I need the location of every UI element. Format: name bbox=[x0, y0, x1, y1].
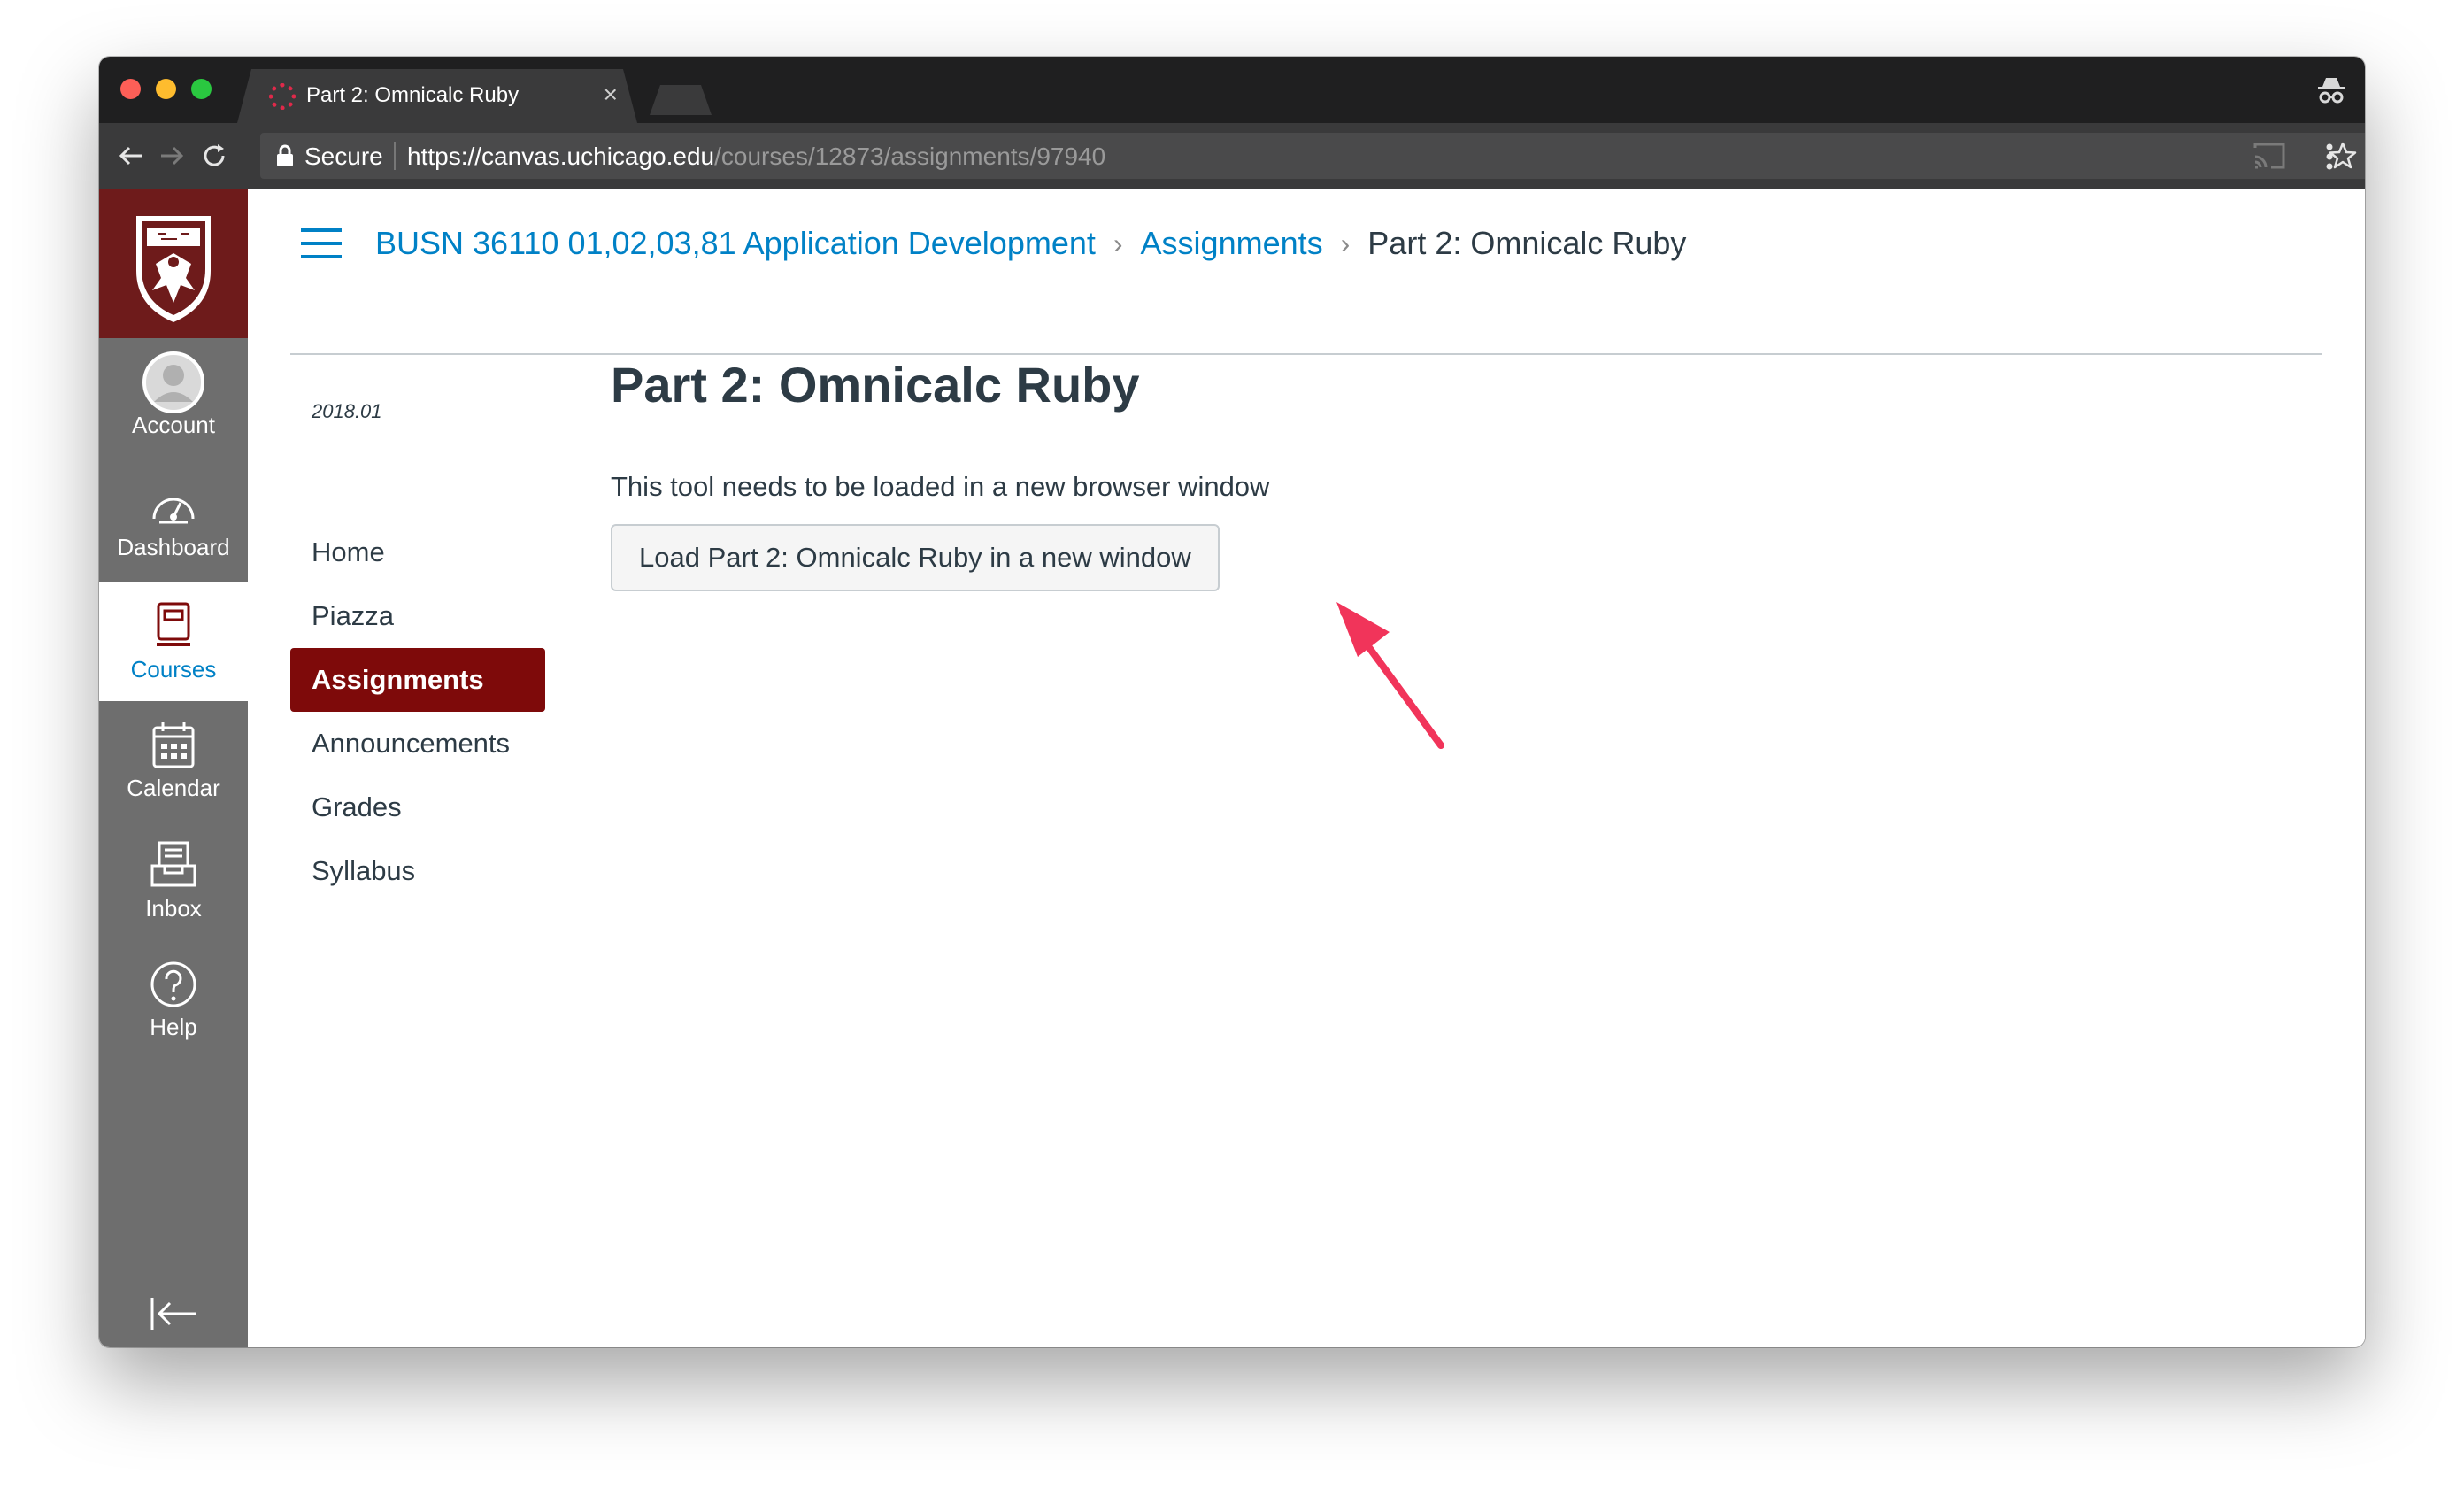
gnav-help[interactable]: Help bbox=[99, 940, 248, 1059]
back-button[interactable] bbox=[113, 138, 149, 174]
close-window-button[interactable] bbox=[120, 79, 141, 99]
uchicago-crest-icon bbox=[136, 216, 211, 322]
course-term: 2018.01 bbox=[312, 400, 382, 422]
gnav-courses-label: Courses bbox=[130, 656, 217, 683]
forward-button[interactable] bbox=[154, 138, 189, 174]
gnav-calendar-label: Calendar bbox=[127, 775, 220, 801]
tool-message: This tool needs to be loaded in a new br… bbox=[611, 471, 1270, 502]
main-content: BUSN 36110 01,02,03,81 Application Devel… bbox=[248, 189, 2365, 1347]
url-path: /courses/12873/assignments/97940 bbox=[714, 143, 1106, 170]
breadcrumb-current: Part 2: Omnicalc Ruby bbox=[1367, 225, 1687, 261]
avatar-icon bbox=[142, 351, 204, 413]
arrow-left-icon bbox=[119, 146, 142, 166]
cast-icon[interactable] bbox=[2252, 141, 2287, 171]
dashboard-icon bbox=[152, 498, 195, 524]
global-nav: Account Dashboard Courses Calendar Inbox… bbox=[99, 189, 248, 1347]
load-in-new-window-button[interactable]: Load Part 2: Omnicalc Ruby in a new wind… bbox=[611, 524, 1220, 591]
gnav-dashboard[interactable]: Dashboard bbox=[99, 460, 248, 579]
collapse-nav-icon[interactable] bbox=[147, 1294, 200, 1333]
lock-icon bbox=[277, 144, 293, 166]
help-icon bbox=[150, 961, 196, 1007]
university-logo[interactable] bbox=[99, 189, 248, 338]
minimize-window-button[interactable] bbox=[156, 79, 176, 99]
reload-icon bbox=[204, 144, 225, 166]
reload-button[interactable] bbox=[196, 138, 232, 174]
canvas-app: Account Dashboard Courses Calendar Inbox… bbox=[99, 189, 2365, 1347]
browser-menu-icon[interactable] bbox=[2312, 139, 2347, 174]
annotation-arrow-icon bbox=[1336, 602, 1444, 749]
gnav-inbox[interactable]: Inbox bbox=[99, 822, 248, 940]
gnav-dashboard-label: Dashboard bbox=[117, 534, 230, 560]
gnav-account-label: Account bbox=[132, 412, 215, 438]
breadcrumb-course-link[interactable]: BUSN 36110 01,02,03,81 Application Devel… bbox=[375, 225, 1096, 262]
url-host: canvas.uchicago.edu bbox=[481, 143, 715, 170]
page-title: Part 2: Omnicalc Ruby bbox=[611, 357, 1140, 413]
title-bar: Part 2: Omnicalc Ruby × bbox=[99, 57, 2365, 123]
breadcrumb-separator: › bbox=[1113, 227, 1123, 259]
url-scheme: https:// bbox=[407, 143, 482, 170]
breadcrumb-separator: › bbox=[1340, 227, 1351, 259]
breadcrumb: BUSN 36110 01,02,03,81 Application Devel… bbox=[375, 225, 1686, 262]
secure-label: Secure bbox=[304, 143, 383, 170]
browser-toolbar: Secure https://canvas.uchicago.edu/cours… bbox=[99, 123, 2365, 189]
hamburger-menu-icon[interactable] bbox=[299, 227, 343, 260]
tab-title: Part 2: Omnicalc Ruby bbox=[306, 83, 520, 107]
course-nav-home[interactable]: Home bbox=[290, 521, 545, 584]
breadcrumb-assignments-link[interactable]: Assignments bbox=[1141, 225, 1323, 262]
course-nav-assignments[interactable]: Assignments bbox=[290, 648, 545, 712]
course-nav: Home Piazza Assignments Announcements Gr… bbox=[290, 521, 545, 903]
zoom-window-button[interactable] bbox=[191, 79, 212, 99]
inbox-icon bbox=[150, 841, 196, 887]
course-nav-grades[interactable]: Grades bbox=[290, 775, 545, 839]
gnav-account[interactable]: Account bbox=[99, 338, 248, 457]
omnibox-divider bbox=[394, 142, 396, 170]
calendar-icon bbox=[152, 722, 195, 768]
course-nav-announcements[interactable]: Announcements bbox=[290, 712, 545, 775]
incognito-icon bbox=[2318, 78, 2345, 104]
browser-window: Part 2: Omnicalc Ruby × Secure https://c… bbox=[99, 57, 2365, 1347]
tab-close-icon[interactable]: × bbox=[604, 80, 618, 110]
address-bar[interactable]: Secure https://canvas.uchicago.edu/cours… bbox=[260, 133, 2365, 179]
new-tab-button[interactable] bbox=[650, 85, 712, 115]
browser-tab[interactable]: Part 2: Omnicalc Ruby × bbox=[237, 69, 637, 123]
gnav-inbox-label: Inbox bbox=[145, 895, 202, 922]
canvas-favicon-icon bbox=[269, 83, 296, 110]
gnav-calendar[interactable]: Calendar bbox=[99, 701, 248, 820]
gnav-help-label: Help bbox=[150, 1014, 197, 1040]
gnav-courses[interactable]: Courses bbox=[99, 582, 248, 701]
header-divider bbox=[290, 353, 2322, 355]
course-nav-syllabus[interactable]: Syllabus bbox=[290, 839, 545, 903]
arrow-right-icon bbox=[161, 146, 184, 166]
courses-icon bbox=[157, 602, 190, 646]
url-text: https://canvas.uchicago.edu/courses/1287… bbox=[407, 143, 1105, 171]
course-nav-piazza[interactable]: Piazza bbox=[290, 584, 545, 648]
